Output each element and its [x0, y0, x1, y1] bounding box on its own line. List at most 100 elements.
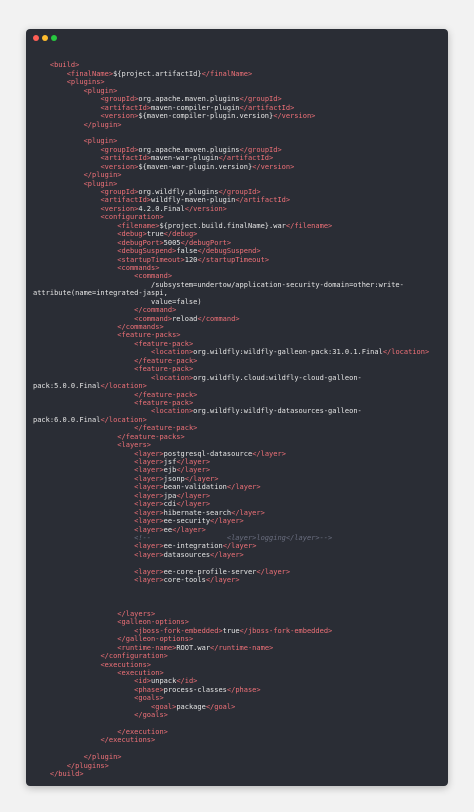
code-token: 120 — [184, 255, 198, 264]
code-line: pack:5.0.0.Final</location> — [33, 382, 443, 390]
code-token: </filename> — [285, 221, 333, 230]
code-token: <debug> — [117, 230, 147, 239]
code-token: <artifactId> — [100, 103, 152, 112]
code-line: <groupId>org.wildfly.plugins</groupId> — [33, 188, 443, 196]
code-token: <command> — [134, 272, 173, 281]
code-line: </plugin> — [33, 121, 443, 129]
maximize-dot-icon[interactable] — [51, 35, 57, 41]
code-token: </jboss-fork-embedded> — [239, 626, 333, 635]
code-line: </feature-pack> — [33, 391, 443, 399]
code-token: <phase> — [134, 685, 164, 694]
close-dot-icon[interactable] — [33, 35, 39, 41]
code-line: <version>${maven-compiler-plugin.version… — [33, 112, 443, 120]
code-token: true — [146, 230, 164, 239]
code-line: <location>org.wildfly:wildfly-datasource… — [33, 407, 443, 415]
code-token: <build> — [49, 61, 80, 70]
code-line: <finalName>${project.artifactId}</finalN… — [33, 70, 443, 78]
code-line: <layer>ee-integration</layer> — [33, 542, 443, 550]
code-token: package — [176, 702, 206, 711]
code-token: </plugin> — [83, 120, 122, 129]
code-token: <layer> — [134, 567, 164, 576]
code-token: ejb — [163, 466, 177, 475]
code-token: </commands> — [117, 323, 164, 331]
code-line: </commands> — [33, 323, 443, 331]
code-token: </galleon-options> — [117, 635, 194, 644]
code-line: /subsystem=undertow/application-security… — [33, 281, 443, 289]
code-line: <plugin> — [33, 180, 443, 188]
code-token: <location> — [151, 348, 194, 357]
code-line: pack:6.0.0.Final</location> — [33, 416, 443, 424]
code-line: </execution> — [33, 728, 443, 736]
code-token: </layers> — [117, 609, 156, 618]
code-line: <artifactId>maven-war-plugin</artifactId… — [33, 154, 443, 162]
code-token: </feature-pack> — [134, 424, 198, 433]
code-token: <layer> — [134, 466, 164, 475]
code-token: </feature-packs> — [117, 432, 185, 441]
code-token: <goal> — [151, 702, 177, 711]
code-token: </layer> — [256, 567, 291, 576]
code-token: hibernate-search — [163, 508, 232, 517]
code-line: <plugin> — [33, 137, 443, 145]
code-line: <layer>jpa</layer> — [33, 492, 443, 500]
code-line: <layer>ee-core-profile-server</layer> — [33, 568, 443, 576]
code-line: <id>unpack</id> — [33, 677, 443, 685]
code-token: </id> — [176, 677, 198, 686]
code-token: ee-security — [163, 517, 211, 526]
code-token: <galleon-options> — [117, 618, 189, 627]
code-token: </layer> — [222, 542, 257, 551]
code-token: ${maven-war-plugin.version} — [138, 162, 253, 171]
code-line: <build> — [33, 61, 443, 69]
code-token: reload — [172, 314, 198, 323]
code-token: core-tools — [163, 576, 206, 585]
minimize-dot-icon[interactable] — [42, 35, 48, 41]
code-token: <layer> — [134, 500, 164, 509]
code-line: </build> — [33, 770, 443, 778]
code-token: <layer> — [134, 449, 164, 458]
code-token: </finalName> — [201, 69, 253, 78]
code-token: <layer> — [134, 474, 164, 483]
code-token: <plugin> — [83, 179, 118, 188]
code-token: </goal> — [205, 702, 236, 711]
code-token: ee-core-profile-server — [163, 567, 257, 576]
code-token: false — [176, 247, 198, 256]
code-token: <groupId> — [100, 95, 139, 104]
code-token: </debugPort> — [180, 238, 232, 247]
code-token: <version> — [100, 204, 139, 213]
code-token: <configuration> — [100, 213, 164, 222]
code-line: <runtime-name>ROOT.war</runtime-name> — [33, 644, 443, 652]
code-token: ee-integration — [163, 542, 223, 551]
code-line: </plugin> — [33, 171, 443, 179]
code-line: </configuration> — [33, 652, 443, 660]
code-line: </galleon-options> — [33, 635, 443, 643]
code-line: <galleon-options> — [33, 618, 443, 626]
code-line: <feature-pack> — [33, 340, 443, 348]
